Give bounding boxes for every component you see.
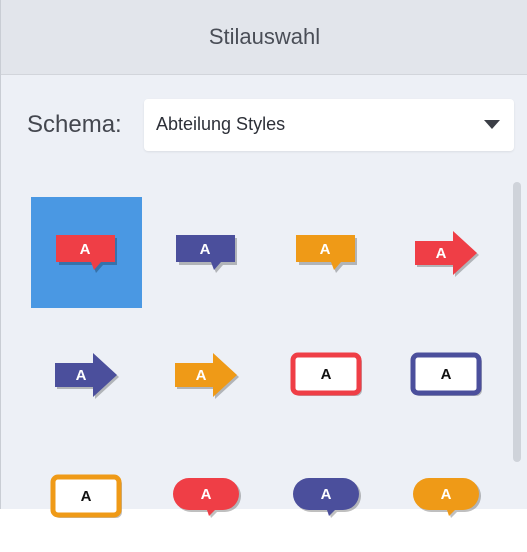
chevron-down-icon[interactable] bbox=[484, 120, 500, 129]
outlined-box-icon: A bbox=[50, 474, 122, 518]
speech-bubble-rect-icon: A bbox=[55, 234, 117, 273]
arrow-icon: A bbox=[174, 352, 239, 399]
speech-pill-icon: A bbox=[292, 477, 361, 518]
style-picker-panel: Stilauswahl Schema: Abteilung Styles A A A… bbox=[0, 0, 527, 518]
style-letter: A bbox=[319, 241, 330, 258]
style-thumbnail-arrow-orange[interactable]: A bbox=[151, 319, 262, 430]
style-letter: A bbox=[320, 366, 331, 383]
speech-bubble-rect-icon: A bbox=[175, 234, 237, 273]
speech-pill-icon: A bbox=[412, 477, 481, 518]
style-thumbnail-arrow-blue[interactable]: A bbox=[31, 319, 142, 430]
panel-title: Stilauswahl bbox=[208, 24, 321, 49]
style-thumbnail-callout-blue[interactable]: A bbox=[151, 197, 262, 308]
style-letter: A bbox=[440, 366, 451, 383]
style-letter: A bbox=[320, 486, 331, 503]
scrollbar[interactable] bbox=[513, 182, 521, 462]
style-thumbnail-callout-orange[interactable]: A bbox=[271, 197, 382, 308]
style-thumbnail-pill-red[interactable]: A bbox=[151, 441, 262, 552]
style-letter: A bbox=[75, 367, 86, 384]
style-thumbnail-pill-blue[interactable]: A bbox=[271, 441, 382, 552]
style-letter: A bbox=[195, 367, 206, 384]
schema-label: Schema: bbox=[27, 111, 122, 138]
style-letter: A bbox=[200, 486, 211, 503]
outlined-box-icon: A bbox=[410, 352, 482, 396]
arrow-icon: A bbox=[54, 352, 119, 399]
style-thumbnail-box-orange[interactable]: A bbox=[31, 441, 142, 552]
schema-selected-value: Abteilung Styles bbox=[156, 114, 286, 134]
style-letter: A bbox=[199, 241, 210, 258]
arrow-icon: A bbox=[414, 230, 479, 277]
panel-header: Stilauswahl bbox=[1, 0, 527, 75]
style-letter: A bbox=[435, 245, 446, 262]
speech-bubble-rect-icon: A bbox=[295, 234, 357, 273]
speech-pill-icon: A bbox=[172, 477, 241, 518]
style-letter: A bbox=[440, 486, 451, 503]
style-thumbnail-box-blue[interactable]: A bbox=[391, 319, 502, 430]
schema-dropdown[interactable]: Abteilung Styles bbox=[144, 99, 514, 151]
style-letter: A bbox=[80, 488, 91, 505]
style-letter: A bbox=[79, 241, 90, 258]
outlined-box-icon: A bbox=[290, 352, 362, 396]
style-thumbnail-callout-red[interactable]: A bbox=[31, 197, 142, 308]
style-thumbnail-arrow-red[interactable]: A bbox=[391, 197, 502, 308]
style-thumbnail-pill-orange[interactable]: A bbox=[391, 441, 502, 552]
style-thumbnail-box-red[interactable]: A bbox=[271, 319, 382, 430]
